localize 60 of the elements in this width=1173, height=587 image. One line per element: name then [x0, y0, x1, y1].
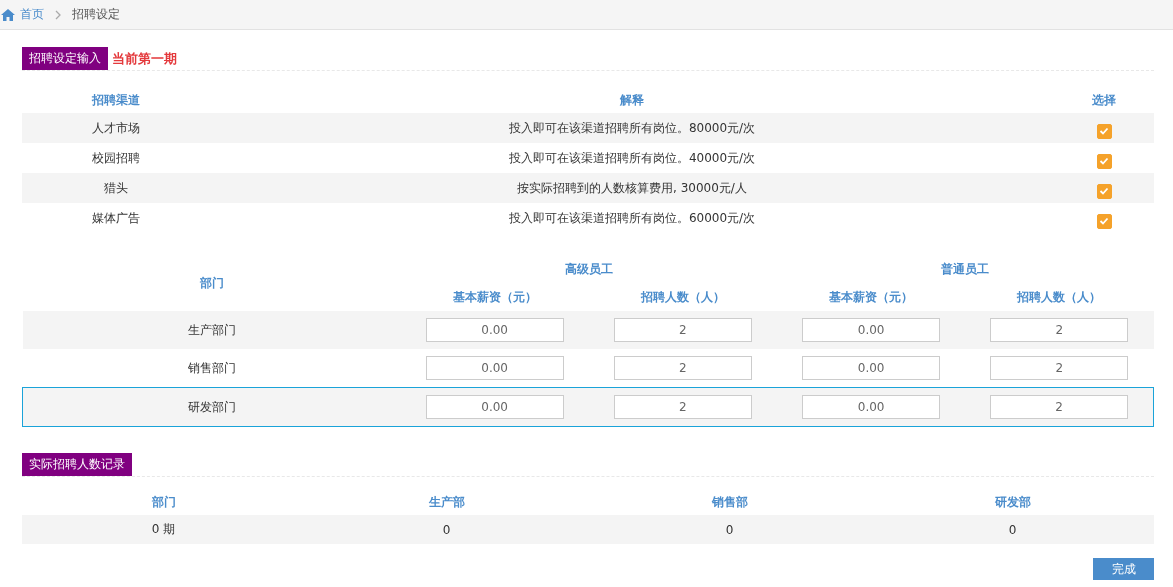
input-field[interactable]: 2: [990, 318, 1129, 342]
check-icon: [1098, 185, 1110, 197]
column-header: 销售部: [711, 494, 748, 509]
table-cell: 生产部门: [187, 322, 236, 337]
table-cell: 投入即可在该渠道招聘所有岗位。40000元/次: [508, 150, 756, 165]
column-header: 基本薪资（元）: [829, 289, 914, 304]
table-cell: 猎头: [104, 180, 128, 195]
input-field[interactable]: 2: [613, 318, 752, 342]
input-field[interactable]: 0.00: [802, 318, 941, 342]
table-cell: 按实际招聘到的人数核算费用, 30000元/人: [517, 180, 747, 195]
checkbox[interactable]: [1096, 213, 1112, 229]
column-group-header: 高级员工: [564, 261, 613, 276]
check-icon: [1098, 125, 1110, 137]
column-header: 部门: [199, 275, 224, 290]
section-title: 招聘设定输入: [22, 47, 108, 70]
table-cell: 0: [442, 522, 451, 537]
column-header: 部门: [151, 494, 176, 509]
check-icon: [1098, 215, 1110, 227]
table-cell: 研发部门: [187, 399, 236, 414]
input-field[interactable]: 0.00: [802, 395, 941, 419]
home-icon: [1, 8, 15, 21]
column-header: 招聘人数（人）: [640, 289, 725, 304]
input-field[interactable]: 2: [990, 395, 1129, 419]
checkbox[interactable]: [1096, 183, 1112, 199]
input-field[interactable]: 0.00: [425, 395, 564, 419]
table-row[interactable]: 生产部门 0.00 2 0.00 2: [22, 311, 1154, 349]
column-header: 研发部: [994, 494, 1031, 509]
table-cell: 销售部门: [187, 360, 236, 375]
column-header: 招聘人数（人）: [1017, 289, 1102, 304]
column-group-header: 普通员工: [941, 261, 990, 276]
table-cell: 人才市场: [92, 120, 140, 135]
table-cell: 投入即可在该渠道招聘所有岗位。80000元/次: [508, 120, 756, 135]
table-cell: 0: [1008, 522, 1017, 537]
input-field[interactable]: 2: [613, 395, 752, 419]
input-field[interactable]: 2: [990, 356, 1129, 380]
period-label: 当前第一期: [112, 49, 177, 68]
input-field[interactable]: 0.00: [802, 356, 941, 380]
finish-button[interactable]: 完成: [1093, 558, 1154, 580]
column-header: 招聘渠道: [92, 92, 140, 107]
table-cell: 校园招聘: [92, 150, 140, 165]
table-row[interactable]: 销售部门 0.00 2 0.00 2: [22, 349, 1154, 388]
chevron-icon: [55, 9, 61, 20]
check-icon: [1098, 155, 1110, 167]
table-cell: 0: [725, 522, 734, 537]
table-cell: 投入即可在该渠道招聘所有岗位。60000元/次: [508, 210, 756, 225]
input-field[interactable]: 2: [613, 356, 752, 380]
checkbox[interactable]: [1096, 153, 1112, 169]
column-header: 选择: [1092, 92, 1116, 107]
column-header: 生产部: [428, 494, 465, 509]
home-link[interactable]: 首页: [20, 6, 44, 23]
table-row[interactable]: 研发部门 0.00 2 0.00 2: [22, 387, 1154, 427]
section-title: 实际招聘人数记录: [22, 453, 132, 476]
column-header: 基本薪资（元）: [452, 289, 537, 304]
breadcrumb-current: 招聘设定: [72, 6, 120, 23]
table-cell: 0 期: [151, 522, 176, 536]
checkbox[interactable]: [1096, 123, 1112, 139]
input-field[interactable]: 0.00: [425, 318, 564, 342]
table-cell: 媒体广告: [92, 210, 140, 225]
input-field[interactable]: 0.00: [425, 356, 564, 380]
column-header: 解释: [620, 92, 644, 107]
